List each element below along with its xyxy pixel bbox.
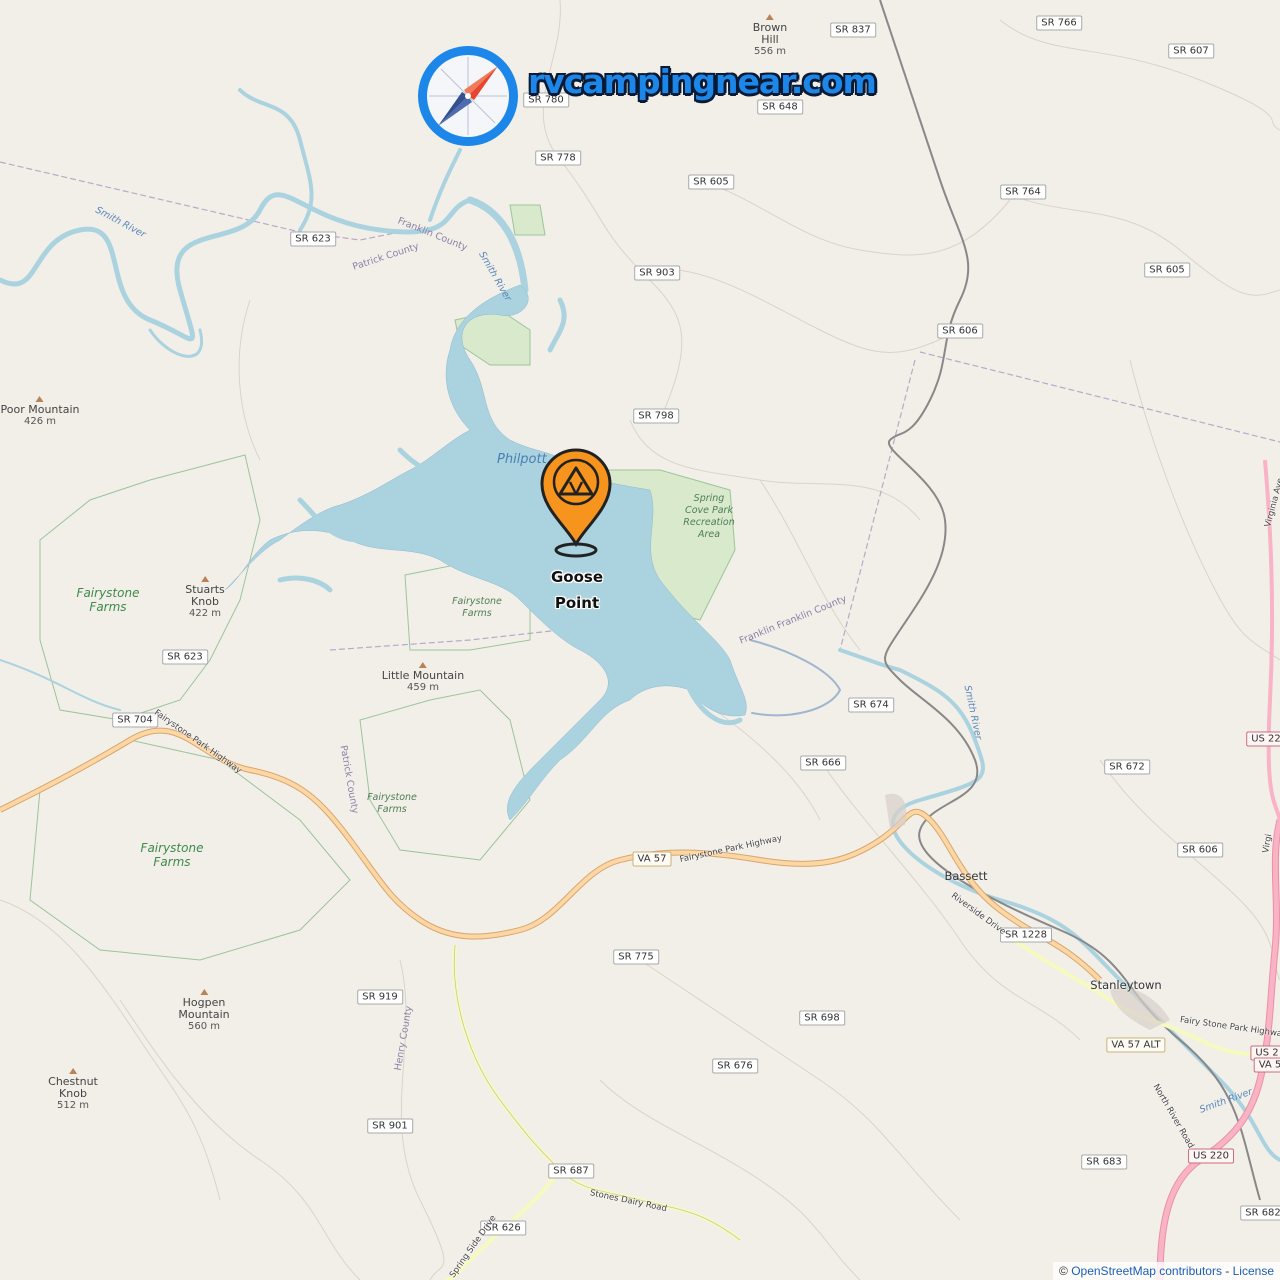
- road-shield: SR 687: [548, 1163, 594, 1179]
- road-shield: SR 674: [848, 697, 894, 713]
- peak-name: Little Mountain: [381, 669, 465, 682]
- peak-icon: [200, 989, 208, 995]
- peak-name: Chestnut Knob: [48, 1075, 98, 1100]
- map-attribution: © OpenStreetMap contributors - License: [1053, 1262, 1280, 1280]
- peak-label: Hogpen Mountain 560 m: [178, 989, 230, 1033]
- park-label: Fairystone Farms: [76, 586, 140, 614]
- road-shield: SR 901: [367, 1118, 413, 1134]
- road-shield: SR 605: [1144, 262, 1190, 278]
- road-shield: SR 676: [712, 1058, 758, 1074]
- urban-areas: [885, 793, 1170, 1030]
- peak-icon: [200, 576, 209, 582]
- road-shield: SR 607: [1168, 43, 1214, 59]
- road-shield: VA 57: [632, 851, 672, 867]
- road-shield: SR 704: [112, 712, 158, 728]
- peak-icon: [36, 396, 44, 402]
- peak-label: Little Mountain 459 m: [382, 662, 464, 694]
- park-label: Spring Cove Park Recreation Area: [683, 493, 735, 540]
- map-canvas[interactable]: SR 837 SR 766 SR 607 SR 780 SR 648 SR 778 SR 6…: [0, 0, 1280, 1280]
- road-shield: US 22: [1246, 731, 1280, 747]
- campground-tent-pin-icon[interactable]: [536, 446, 616, 562]
- road-shield: SR 775: [613, 949, 659, 965]
- road-shield: SR 1228: [1000, 927, 1052, 943]
- road-shield: US 220: [1188, 1148, 1234, 1164]
- town-label: Bassett: [944, 869, 988, 883]
- road-shield: SR 623: [290, 231, 336, 247]
- road-shield: SR 778: [535, 150, 581, 166]
- road-shield: SR 919: [357, 989, 403, 1005]
- peak-label: Poor Mountain 426 m: [0, 396, 80, 428]
- compass-icon: [418, 46, 518, 146]
- road-shield: SR 606: [1177, 842, 1223, 858]
- town-label: Stanleytown: [1090, 978, 1162, 992]
- osm-link[interactable]: OpenStreetMap contributors: [1071, 1264, 1222, 1278]
- copyright-symbol: ©: [1059, 1264, 1068, 1278]
- peak-name: Stuarts Knob: [185, 583, 225, 608]
- road-shield: SR 798: [633, 408, 679, 424]
- road-shield: SR 903: [634, 265, 680, 281]
- road-shield: SR 683: [1081, 1154, 1127, 1170]
- site-name: rvcampingnear.com: [528, 61, 877, 101]
- peak-label: Chestnut Knob 512 m: [48, 1068, 98, 1112]
- peak-name: Hogpen Mountain: [178, 996, 230, 1021]
- peak-icon: [766, 14, 774, 20]
- peak-icon: [418, 662, 427, 668]
- peak-icon: [68, 1068, 77, 1074]
- peak-elevation: 426 m: [23, 416, 56, 427]
- park-label: Fairystone Farms: [367, 792, 417, 815]
- road-shield: SR 698: [799, 1010, 845, 1026]
- marker-label: Goose Point: [550, 568, 604, 612]
- peak-elevation: 560 m: [187, 1021, 220, 1032]
- peak-elevation: 422 m: [188, 608, 222, 619]
- license-link[interactable]: License: [1233, 1264, 1274, 1278]
- road-shield: SR 623: [162, 649, 208, 665]
- road-shield: SR 606: [937, 323, 983, 339]
- road-shield: SR 682: [1240, 1205, 1280, 1221]
- park-label: Fairystone Farms: [452, 596, 502, 619]
- park-label: Fairystone Farms: [140, 841, 204, 869]
- road-shield: SR 672: [1104, 759, 1150, 775]
- road-shield: SR 837: [830, 22, 876, 38]
- road-shield: SR 605: [688, 174, 734, 190]
- road-shield: VA 57 ALT: [1106, 1037, 1166, 1053]
- map-base-layer: [0, 0, 1280, 1280]
- road-shield: VA 5: [1253, 1057, 1280, 1073]
- peak-label: Stuarts Knob 422 m: [185, 576, 225, 620]
- attribution-separator: -: [1221, 1264, 1233, 1278]
- peak-elevation: 512 m: [56, 1100, 90, 1111]
- road-shield: SR 764: [1000, 184, 1046, 200]
- peak-elevation: 459 m: [406, 682, 440, 693]
- peak-name: Poor Mountain: [0, 403, 80, 416]
- road-shield: SR 666: [800, 755, 846, 771]
- road-shield: SR 766: [1036, 15, 1082, 31]
- brand-header[interactable]: rvcampingnear.com: [414, 40, 877, 152]
